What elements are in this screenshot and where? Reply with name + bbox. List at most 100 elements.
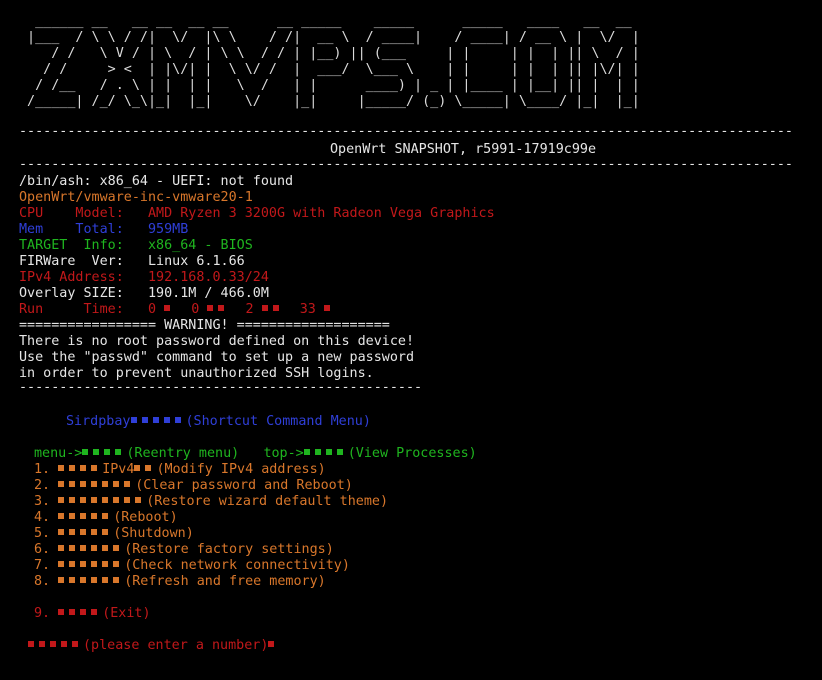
menu-item-number: 7.: [34, 558, 51, 573]
glyph-block: [69, 609, 76, 615]
glyph-block: [58, 497, 65, 503]
glyph-block: [69, 497, 76, 503]
ipv4-value: 192.168.0.33/24: [148, 270, 269, 285]
glyph-block: [93, 449, 100, 455]
separator-top: ----------------------------------------…: [19, 124, 793, 139]
glyph-block: [80, 497, 87, 503]
glyph-block: [102, 561, 109, 567]
glyph-block: [91, 465, 98, 471]
device-line: OpenWrt/vmware-inc-vmware20-1: [19, 190, 253, 205]
menu-item-number: 2.: [34, 478, 51, 493]
input-prompt[interactable]: (please enter a number): [28, 638, 279, 654]
menu-item-number: 5.: [34, 526, 51, 541]
top-command: top->: [263, 446, 304, 461]
overlay-label: Overlay SIZE:: [19, 286, 124, 301]
menu-item-desc: (Check network connectivity): [124, 558, 350, 573]
overlay-line: Overlay SIZE: 190.1M / 466.0M: [19, 286, 269, 302]
glyph-block: [91, 609, 98, 615]
target-value: x86_64 - BIOS: [148, 238, 253, 253]
menu-item-3: 3. (Restore wizard default theme): [34, 494, 388, 510]
prompt-text: (please enter a number): [83, 638, 269, 653]
glyph-block: [218, 305, 225, 311]
menu-item-desc: (Reboot): [113, 510, 178, 525]
menu-item-1: 1. IPv4 (Modify IPv4 address): [34, 462, 326, 478]
glyph-block: [28, 641, 34, 647]
glyph-block: [58, 465, 65, 471]
cpu-value: AMD Ryzen 3 3200G with Radeon Vega Graph…: [148, 206, 495, 221]
glyph-block: [91, 497, 98, 503]
glyph-block: [91, 481, 98, 487]
glyph-block: [163, 417, 170, 423]
glyph-block: [113, 577, 120, 583]
glyph-block: [272, 305, 279, 311]
warning-line-1: There is no root password defined on thi…: [19, 334, 415, 349]
menu-item-desc: (Shutdown): [113, 526, 194, 541]
glyph-block: [91, 577, 98, 583]
glyph-block: [104, 449, 111, 455]
glyph-block: [164, 305, 171, 311]
glyph-block: [113, 561, 120, 567]
runtime-hours: 0: [191, 302, 200, 317]
terminal-window[interactable]: ______ __ __ __ __ __ __ _____ _____ ___…: [0, 0, 822, 680]
glyph-block: [124, 497, 131, 503]
mem-value: 959MB: [148, 222, 189, 237]
glyph-block: [80, 545, 87, 551]
firmware-line: FIRWare Ver: Linux 6.1.66: [19, 254, 245, 270]
glyph-block: [145, 465, 152, 471]
glyph-block: [325, 449, 332, 455]
glyph-block: [80, 561, 87, 567]
menu-item-number: 4.: [34, 510, 51, 525]
glyph-block: [91, 545, 98, 551]
menu-item-desc: (Refresh and free memory): [124, 574, 326, 589]
menu-item-exit: 9. (Exit): [34, 606, 151, 622]
glyph-block: [124, 481, 131, 487]
glyph-block: [58, 481, 65, 487]
menu-item-desc: (Restore factory settings): [124, 542, 334, 557]
separator-bottom: ----------------------------------------…: [19, 157, 793, 172]
glyph-block: [69, 513, 76, 519]
glyph-block: [102, 577, 109, 583]
menu-item-number: 6.: [34, 542, 51, 557]
glyph-block: [69, 529, 76, 535]
menu-item-number: 3.: [34, 494, 51, 509]
glyph-block: [91, 513, 98, 519]
glyph-block: [80, 577, 87, 583]
cpu-line: CPU Model: AMD Ryzen 3 3200G with Radeon…: [19, 206, 495, 222]
menu-title-suffix: (Shortcut Command Menu): [185, 414, 371, 429]
mem-label: Mem Total:: [19, 222, 124, 237]
glyph-block: [80, 513, 87, 519]
menu-title-prefix: Sirdpbay: [66, 414, 131, 429]
glyph-block: [141, 417, 148, 423]
menu-item-desc: (Modify IPv4 address): [156, 462, 326, 477]
glyph-block: [102, 497, 109, 503]
menu-shortcut-line: menu-> (Reentry menu) top-> (View Processe…: [34, 446, 477, 462]
target-line: TARGET Info: x86_64 - BIOS: [19, 238, 253, 254]
glyph-block: [80, 465, 87, 471]
glyph-block: [61, 641, 67, 647]
warning-line-2: Use the "passwd" command to set up a new…: [19, 350, 415, 365]
glyph-block: [113, 497, 120, 503]
firmware-value: Linux 6.1.66: [148, 254, 245, 269]
menu-item-5: 5. (Shutdown): [34, 526, 194, 542]
menu-item-text: IPv4: [102, 462, 135, 477]
glyph-block: [58, 609, 65, 615]
menu-item-desc: (Restore wizard default theme): [146, 494, 389, 509]
glyph-block: [115, 449, 122, 455]
glyph-block: [58, 561, 65, 567]
glyph-block: [58, 545, 65, 551]
runtime-line: Run Time: 0 0 2 33: [19, 302, 335, 318]
glyph-block: [91, 529, 98, 535]
menu-item-8: 8. (Refresh and free memory): [34, 574, 326, 590]
glyph-block: [102, 481, 109, 487]
release-line: OpenWrt SNAPSHOT, r5991-17919c99e: [330, 142, 597, 157]
ascii-banner: ______ __ __ __ __ __ __ _____ _____ ___…: [27, 14, 640, 109]
glyph-block: [303, 449, 310, 455]
glyph-block: [102, 545, 109, 551]
glyph-block: [113, 545, 120, 551]
menu-item-number: 9.: [34, 606, 51, 621]
cpu-label: CPU Model:: [19, 206, 124, 221]
runtime-seconds: 33: [299, 302, 316, 317]
glyph-block: [91, 561, 98, 567]
menu-item-6: 6. (Restore factory settings): [34, 542, 334, 558]
glyph-block: [207, 305, 214, 311]
